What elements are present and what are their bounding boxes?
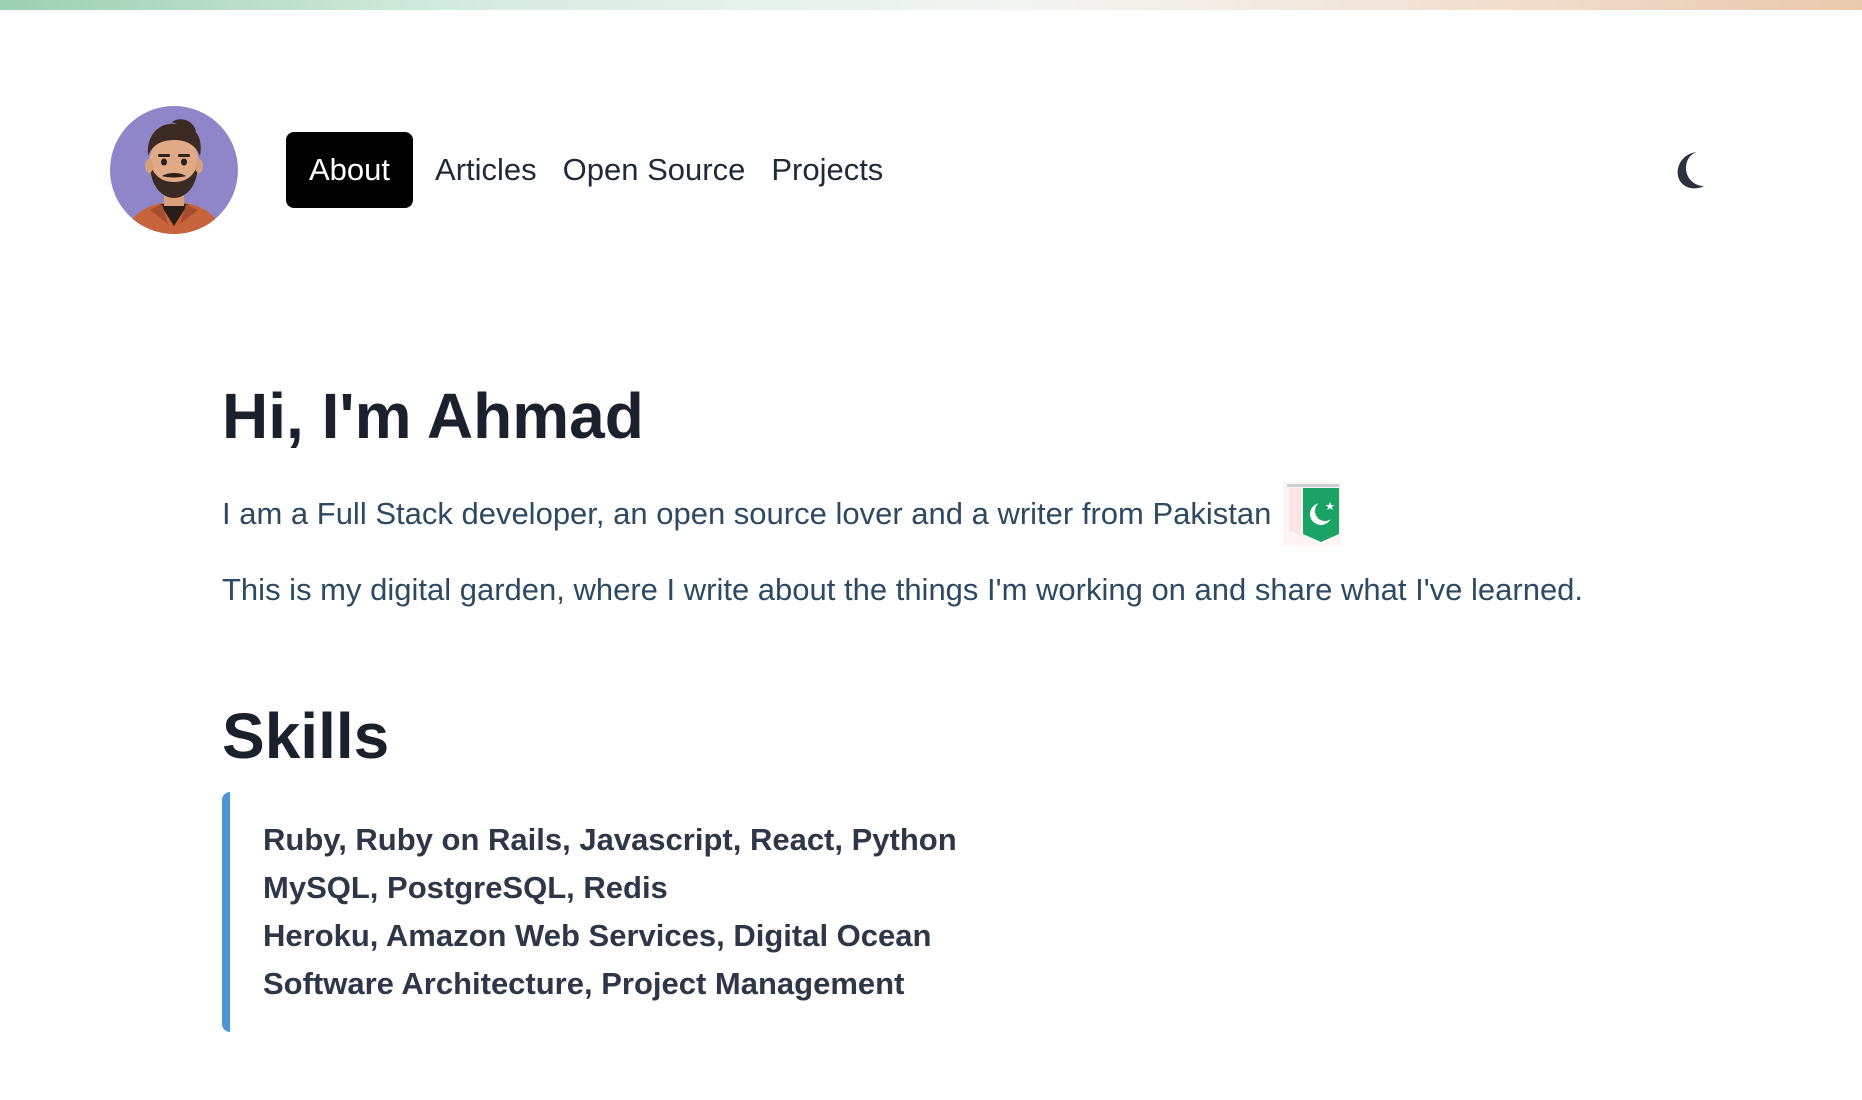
top-gradient-bar [0, 0, 1862, 10]
nav-open-source[interactable]: Open Source [559, 132, 750, 208]
skill-line: Software Architecture, Project Managemen… [263, 966, 905, 1001]
avatar[interactable] [110, 106, 238, 234]
intro-paragraph: I am a Full Stack developer, an open sou… [222, 480, 1682, 548]
main-nav: About Articles Open Source Projects [286, 132, 887, 208]
skills-blockquote: Ruby, Ruby on Rails, Javascript, React, … [222, 792, 1163, 1032]
skills-heading: Skills [222, 700, 390, 772]
intro-text: I am a Full Stack developer, an open sou… [222, 496, 1272, 531]
garden-paragraph: This is my digital garden, where I write… [222, 572, 1584, 607]
skill-line: MySQL, PostgreSQL, Redis [263, 870, 668, 905]
nav-about[interactable]: About [286, 132, 414, 208]
main-content: Hi, I'm Ahmad I am a Full Stack develope… [222, 372, 1682, 1032]
nav-articles[interactable]: Articles [431, 132, 541, 208]
page-title: Hi, I'm Ahmad [222, 380, 644, 452]
nav-projects[interactable]: Projects [767, 132, 887, 208]
avatar-illustration [124, 119, 224, 234]
moon-icon [1677, 152, 1704, 189]
theme-toggle-button[interactable] [1668, 148, 1712, 192]
pakistan-flag-icon [1281, 480, 1343, 548]
site-header: About Articles Open Source Projects [110, 106, 1752, 234]
skill-line: Ruby, Ruby on Rails, Javascript, React, … [263, 822, 957, 857]
skill-line: Heroku, Amazon Web Services, Digital Oce… [263, 918, 932, 953]
